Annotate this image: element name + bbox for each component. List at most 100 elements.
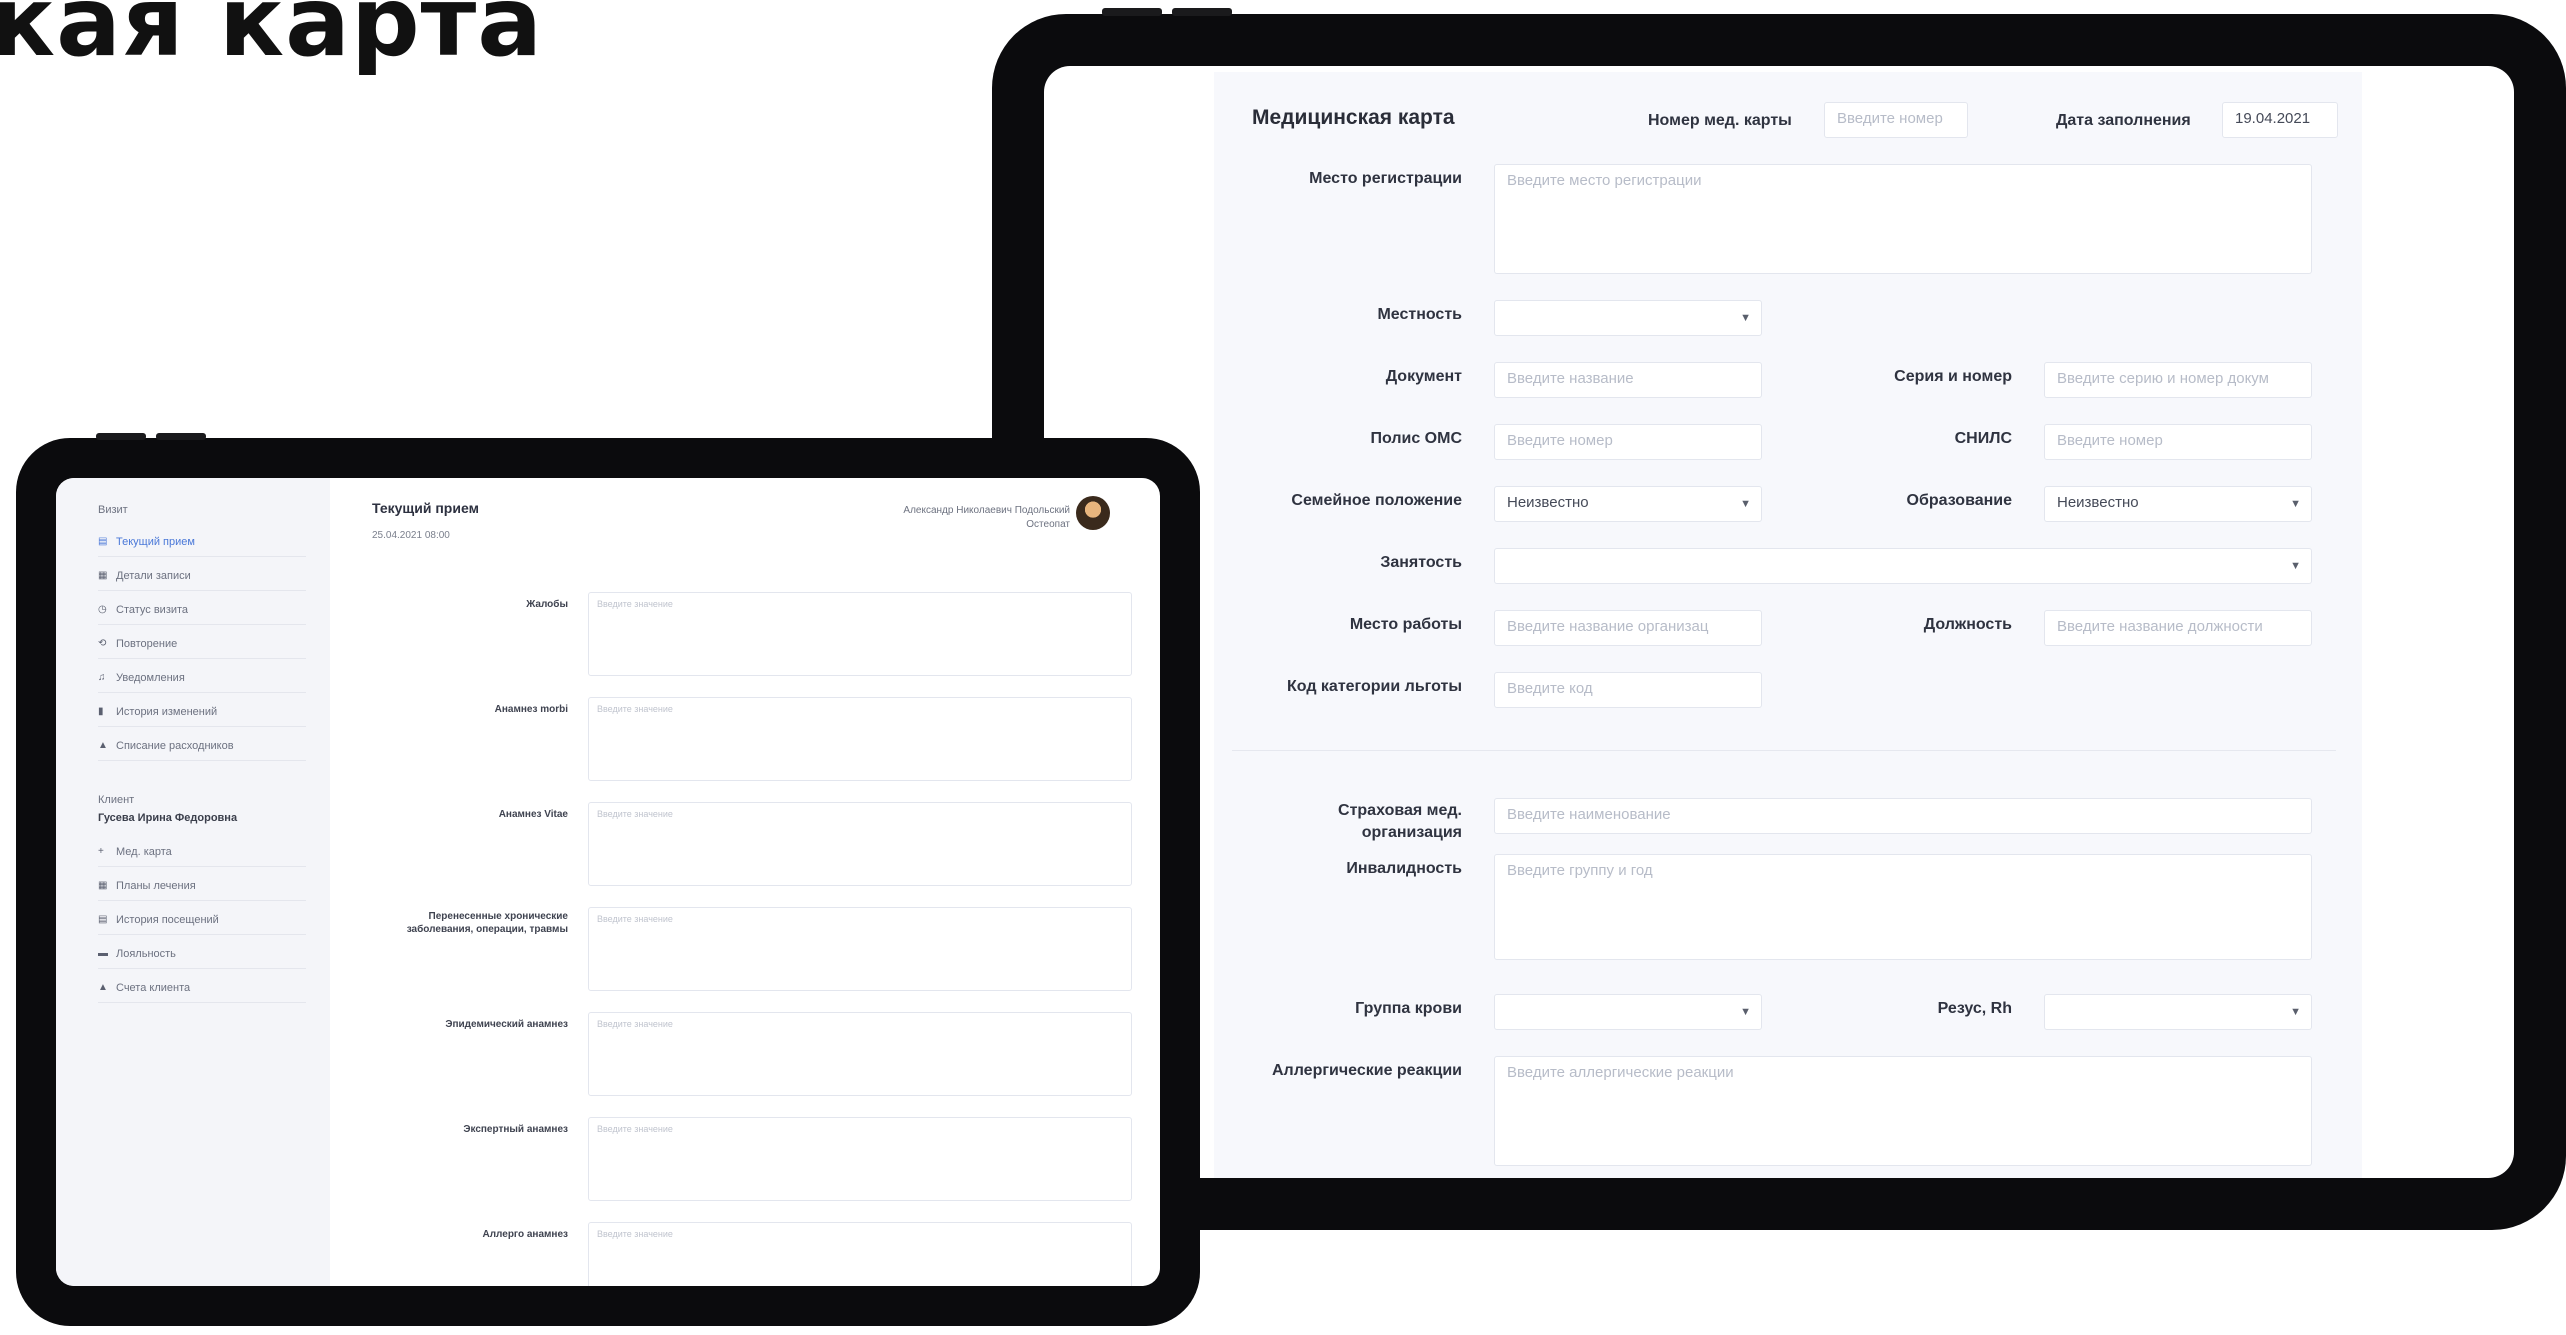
page-headline: кая карта: [0, 0, 544, 78]
sidebar-item-repeat[interactable]: ⟲ Повторение: [98, 630, 306, 659]
grid-icon: ▦: [98, 880, 108, 891]
series-input[interactable]: Введите серию и номер докум: [2044, 362, 2312, 398]
sidebar-item-label: Лояльность: [116, 948, 176, 960]
sidebar-item-loyalty[interactable]: ▬ Лояльность: [98, 940, 306, 969]
locality-select[interactable]: ▼: [1494, 300, 1762, 336]
blood-select[interactable]: ▼: [1494, 994, 1762, 1030]
visit-date: 25.04.2021 08:00: [372, 530, 450, 541]
complaints-textarea[interactable]: Введите значение: [588, 592, 1132, 676]
employment-select[interactable]: ▼: [1494, 548, 2312, 584]
sidebar-item-treatment-plans[interactable]: ▦ Планы лечения: [98, 872, 306, 901]
bell-icon: ♫: [98, 672, 106, 683]
chevron-down-icon: ▼: [2290, 498, 2301, 510]
visit-sidebar: Визит ▤ Текущий прием ▦ Детали записи ◷ Ста…: [56, 478, 330, 1286]
box-icon: ▲: [98, 740, 108, 751]
snils-input[interactable]: Введите номер: [2044, 424, 2312, 460]
expert-anamnesis-textarea[interactable]: Введите значение: [588, 1117, 1132, 1201]
allergy-textarea[interactable]: Введите аллергические реакции: [1494, 1056, 2312, 1166]
sidebar-item-label: Счета клиента: [116, 982, 191, 994]
snils-label: СНИЛС: [1954, 430, 2012, 447]
education-select[interactable]: Неизвестно ▼: [2044, 486, 2312, 522]
medical-card-form: Медицинская карта Номер мед. карты Введи…: [1214, 72, 2362, 1178]
visit-main: Текущий прием 25.04.2021 08:00 Александр…: [330, 478, 1160, 1286]
registration-label: Место регистрации: [1309, 170, 1462, 187]
history-icon: ▤: [98, 914, 108, 925]
doctor-info: Александр Николаевич Подольский Остеопат: [810, 504, 1070, 532]
marital-select[interactable]: Неизвестно ▼: [1494, 486, 1762, 522]
epidemic-anamnesis-textarea[interactable]: Введите значение: [588, 1012, 1132, 1096]
insurer-label-line-2: организация: [1361, 824, 1462, 841]
client-name: Гусева Ирина Федоровна: [98, 812, 238, 824]
sidebar-item-label: Статус визита: [116, 604, 189, 616]
position-label: Должность: [1923, 616, 2012, 633]
chronic-diseases-textarea[interactable]: Введите значение: [588, 907, 1132, 991]
disability-label: Инвалидность: [1346, 860, 1462, 877]
card-number-input[interactable]: Введите номер: [1824, 102, 1968, 138]
grid-icon: ▦: [98, 570, 108, 581]
sidebar-item-label: История изменений: [116, 706, 218, 718]
sidebar-item-change-history[interactable]: ▮ История изменений: [98, 698, 306, 727]
benefit-label: Код категории льготы: [1286, 678, 1462, 695]
card-icon: ▬: [98, 948, 108, 959]
rh-select[interactable]: ▼: [2044, 994, 2312, 1030]
tablet-screen: Медицинская карта Номер мед. карты Введи…: [1044, 66, 2514, 1178]
expert-anamnesis-label: Экспертный анамнез: [463, 1124, 568, 1135]
sidebar-item-label: Списание расходников: [116, 740, 234, 752]
sidebar-item-client-bills[interactable]: ▲ Счета клиента: [98, 974, 306, 1003]
chevron-down-icon: ▼: [2290, 1006, 2301, 1018]
benefit-input[interactable]: Введите код: [1494, 672, 1762, 708]
sidebar-item-label: Мед. карта: [116, 846, 172, 858]
insurer-label-line-1: Страховая мед.: [1338, 802, 1462, 819]
sidebar-item-record-details[interactable]: ▦ Детали записи: [98, 562, 306, 591]
plus-icon: +: [98, 846, 104, 857]
education-value: Неизвестно: [2057, 494, 2139, 511]
marital-value: Неизвестно: [1507, 494, 1589, 511]
position-input[interactable]: Введите название должности: [2044, 610, 2312, 646]
fill-date-input[interactable]: 19.04.2021: [2222, 102, 2338, 138]
blood-label: Группа крови: [1355, 1000, 1462, 1017]
list-icon: ▤: [98, 536, 108, 547]
employment-label: Занятость: [1380, 554, 1462, 571]
insurer-input[interactable]: Введите наименование: [1494, 798, 2312, 834]
client-heading: Клиент: [98, 794, 135, 806]
sidebar-item-consumables[interactable]: ▲ Списание расходников: [98, 732, 306, 761]
sidebar-item-visit-history[interactable]: ▤ История посещений: [98, 906, 306, 935]
sidebar-item-visit-status[interactable]: ◷ Статус визита: [98, 596, 306, 625]
chevron-down-icon: ▼: [1740, 1006, 1751, 1018]
anamnesis-vitae-textarea[interactable]: Введите значение: [588, 802, 1132, 886]
avatar[interactable]: [1076, 496, 1110, 530]
form-title: Медицинская карта: [1252, 106, 1455, 129]
allergo-anamnesis-textarea[interactable]: Введите значение: [588, 1222, 1132, 1286]
doctor-role: Остеопат: [1026, 519, 1070, 530]
document-label: Документ: [1385, 368, 1462, 385]
sidebar-item-med-card[interactable]: + Мед. карта: [98, 838, 306, 867]
oms-label: Полис ОМС: [1370, 430, 1462, 447]
sidebar-item-current-visit[interactable]: ▤ Текущий прием: [98, 528, 306, 557]
tablet-screen: Визит ▤ Текущий прием ▦ Детали записи ◷ Ста…: [56, 478, 1160, 1286]
registration-textarea[interactable]: Введите место регистрации: [1494, 164, 2312, 274]
document-input[interactable]: Введите название: [1494, 362, 1762, 398]
education-label: Образование: [1906, 492, 2012, 509]
locality-label: Местность: [1377, 306, 1462, 323]
disability-textarea[interactable]: Введите группу и год: [1494, 854, 2312, 960]
rh-label: Резус, Rh: [1937, 1000, 2012, 1017]
page-title: Текущий прием: [372, 500, 479, 516]
chevron-down-icon: ▼: [1740, 498, 1751, 510]
series-label: Серия и номер: [1894, 368, 2012, 385]
sidebar-item-label: Текущий прием: [116, 536, 195, 548]
bag-icon: ▲: [98, 982, 108, 993]
sidebar-item-label: Уведомления: [116, 672, 185, 684]
allergo-anamnesis-label: Аллерго анамнез: [482, 1229, 568, 1240]
complaints-label: Жалобы: [526, 599, 568, 610]
fill-date-label: Дата заполнения: [2056, 112, 2191, 129]
allergy-label: Аллергические реакции: [1272, 1062, 1462, 1079]
oms-input[interactable]: Введите номер: [1494, 424, 1762, 460]
sidebar-item-notifications[interactable]: ♫ Уведомления: [98, 664, 306, 693]
chevron-down-icon: ▼: [1740, 312, 1751, 324]
doctor-name: Александр Николаевич Подольский: [903, 505, 1070, 516]
anamnesis-morbi-textarea[interactable]: Введите значение: [588, 697, 1132, 781]
file-icon: ▮: [98, 706, 104, 717]
chevron-down-icon: ▼: [2290, 560, 2301, 572]
sidebar-item-label: Повторение: [116, 638, 178, 650]
workplace-input[interactable]: Введите название организац: [1494, 610, 1762, 646]
